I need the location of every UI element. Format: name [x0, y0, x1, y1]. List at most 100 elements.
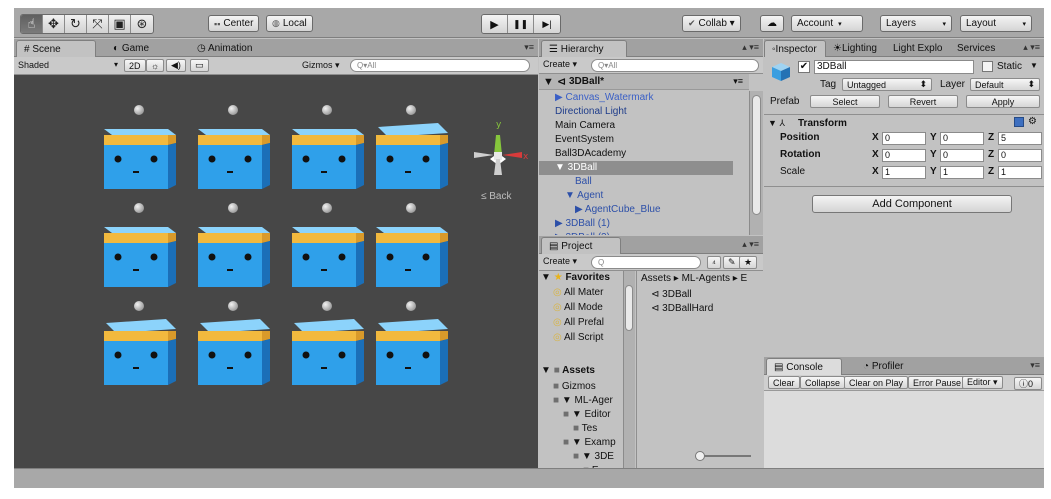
add-component-button[interactable]: Add Component: [812, 195, 1012, 213]
help-book-icon[interactable]: [1014, 117, 1024, 127]
hierarchy-item[interactable]: Main Camera: [539, 119, 733, 133]
ball-sphere[interactable]: [322, 105, 332, 115]
agent-cube[interactable]: [290, 121, 366, 191]
transform-z-field[interactable]: 5: [998, 132, 1042, 145]
step-button[interactable]: ▶|: [534, 15, 560, 33]
audio-toggle-icon[interactable]: ◀): [166, 59, 186, 72]
mode-2d-toggle[interactable]: 2D: [124, 59, 146, 72]
hierarchy-search-input[interactable]: Q▾All: [591, 59, 759, 72]
hierarchy-item[interactable]: ▶ Canvas_Watermark: [539, 91, 733, 105]
filter-label-icon[interactable]: ✎: [723, 256, 741, 269]
scene-file-item[interactable]: ⊲ 3DBallHard: [651, 303, 713, 314]
panel-menu-icon[interactable]: ▾≡: [524, 42, 534, 53]
layers-dropdown[interactable]: Layers ▾: [880, 15, 952, 32]
tab-project[interactable]: ▤ Project: [541, 237, 621, 254]
hierarchy-item[interactable]: ▼ 3DBall: [539, 161, 733, 175]
scene-file-item[interactable]: ⊲ 3DBall: [651, 289, 692, 300]
tab-console[interactable]: ▤ Console: [766, 358, 842, 375]
favorite-item[interactable]: ◎ All Mater: [553, 287, 603, 298]
play-button[interactable]: ▶: [482, 15, 508, 33]
layer-dropdown[interactable]: Default ⬍: [970, 78, 1040, 91]
hierarchy-item[interactable]: Ball3DAcademy: [539, 147, 733, 161]
agent-cube[interactable]: [290, 219, 366, 289]
info-count-toggle[interactable]: ⓘ0: [1014, 377, 1042, 390]
hierarchy-item[interactable]: ▼ Agent: [539, 189, 733, 203]
ball-sphere[interactable]: [406, 301, 416, 311]
filter-type-icon[interactable]: ⁴: [707, 256, 721, 269]
asset-folder-item[interactable]: ■ Gizmos: [553, 381, 596, 392]
collab-dropdown[interactable]: ✔ Collab ▾: [682, 15, 741, 32]
chevron-down-icon[interactable]: ▼: [1030, 61, 1038, 70]
prefab-select-button[interactable]: Select: [810, 95, 880, 108]
asset-folder-item[interactable]: ■ ▼ Examp: [563, 437, 616, 448]
agent-cube[interactable]: [290, 317, 366, 387]
agent-cube[interactable]: [374, 121, 450, 191]
object-name-field[interactable]: 3DBall: [814, 60, 974, 74]
scene-viewport[interactable]: y x ≤ Back: [14, 75, 538, 468]
shading-mode-dropdown[interactable]: Shaded: [18, 60, 49, 70]
console-button[interactable]: Editor ▾: [962, 376, 1003, 389]
scene-menu-icon[interactable]: ▾≡: [733, 76, 743, 87]
ball-sphere[interactable]: [134, 105, 144, 115]
panel-menu-icon[interactable]: ▾≡: [1030, 360, 1040, 371]
asset-folder-item[interactable]: ■ ▼ 3DE: [573, 451, 614, 462]
asset-folder-item[interactable]: ■ ▼ ML-Ager: [553, 395, 613, 406]
ball-sphere[interactable]: [134, 203, 144, 213]
transform-tool-icon[interactable]: ⊛: [131, 15, 153, 33]
transform-x-field[interactable]: 0: [882, 132, 926, 145]
agent-cube[interactable]: [196, 219, 272, 289]
transform-y-field[interactable]: 1: [940, 166, 984, 179]
agent-cube[interactable]: [374, 317, 450, 387]
pause-button[interactable]: ❚❚: [508, 15, 534, 33]
agent-cube[interactable]: [102, 219, 178, 289]
rotate-tool-icon[interactable]: ↻: [65, 15, 87, 33]
pivot-center-button[interactable]: ▪▪ Center: [208, 15, 260, 32]
favorite-item[interactable]: ◎ All Prefal: [553, 317, 604, 328]
orientation-gizmo[interactable]: y x: [468, 115, 528, 195]
transform-z-field[interactable]: 0: [998, 149, 1042, 162]
agent-cube[interactable]: [102, 317, 178, 387]
tab-lighting[interactable]: ☀Lighting: [826, 40, 884, 57]
transform-z-field[interactable]: 1: [998, 166, 1042, 179]
console-button[interactable]: Collapse: [800, 376, 846, 389]
project-tree-scroll-thumb[interactable]: [625, 285, 633, 331]
prefab-revert-button[interactable]: Revert: [888, 95, 958, 108]
tab-game[interactable]: ◐ Game: [106, 40, 156, 57]
scene-expand-icon[interactable]: ▼ ⊲: [543, 75, 566, 88]
hand-tool-icon[interactable]: ☝: [21, 15, 43, 33]
ball-sphere[interactable]: [322, 301, 332, 311]
lighting-toggle-icon[interactable]: ☼: [146, 59, 165, 72]
transform-x-field[interactable]: 1: [882, 166, 926, 179]
hierarchy-item[interactable]: EventSystem: [539, 133, 733, 147]
transform-y-field[interactable]: 0: [940, 149, 984, 162]
ball-sphere[interactable]: [322, 203, 332, 213]
project-search-input[interactable]: Q: [591, 256, 701, 269]
ball-sphere[interactable]: [406, 203, 416, 213]
ball-sphere[interactable]: [228, 301, 238, 311]
console-button[interactable]: Clear on Play: [844, 376, 909, 389]
icon-size-slider-handle[interactable]: [695, 451, 705, 461]
tab-scene[interactable]: # Scene: [16, 40, 96, 57]
panel-lock-icon[interactable]: ▴ ▾≡: [742, 42, 759, 53]
scene-header-row[interactable]: ▼ ⊲ 3DBall* ▾≡: [539, 74, 749, 90]
scale-tool-icon[interactable]: ⤧: [87, 15, 109, 33]
tab-inspector[interactable]: ◦Inspector: [764, 40, 826, 57]
hierarchy-item[interactable]: ▶ 3DBall (2): [539, 231, 733, 235]
project-breadcrumb[interactable]: Assets ▸ ML-Agents ▸ E: [641, 273, 747, 284]
panel-lock-icon[interactable]: ▴ ▾≡: [742, 239, 759, 250]
account-dropdown[interactable]: Account ▾: [791, 15, 863, 32]
move-tool-icon[interactable]: ✥: [43, 15, 65, 33]
ball-sphere[interactable]: [406, 105, 416, 115]
tab-light-explorer[interactable]: Light Explo: [886, 40, 949, 57]
ball-sphere[interactable]: [228, 203, 238, 213]
ball-sphere[interactable]: [228, 105, 238, 115]
hierarchy-item[interactable]: Directional Light: [539, 105, 733, 119]
prefab-apply-button[interactable]: Apply: [966, 95, 1040, 108]
cloud-button[interactable]: ☁: [760, 15, 784, 32]
scene-search-input[interactable]: Q▾All: [350, 59, 530, 72]
agent-cube[interactable]: [374, 219, 450, 289]
favorite-star-icon[interactable]: ★: [739, 256, 758, 269]
console-log-area[interactable]: [764, 392, 1044, 468]
console-button[interactable]: Error Pause: [908, 376, 967, 389]
icon-size-slider[interactable]: [697, 455, 751, 457]
